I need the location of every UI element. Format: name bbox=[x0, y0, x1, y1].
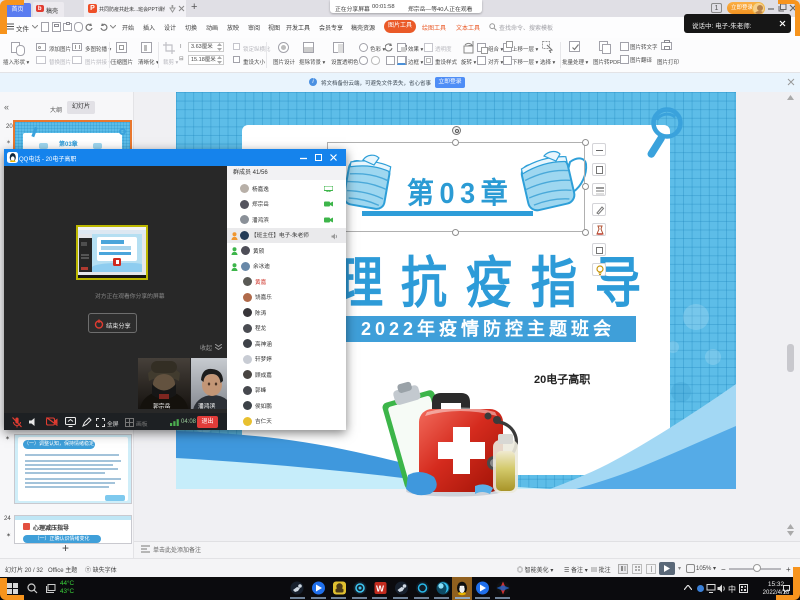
svg-text:W: W bbox=[376, 584, 385, 594]
